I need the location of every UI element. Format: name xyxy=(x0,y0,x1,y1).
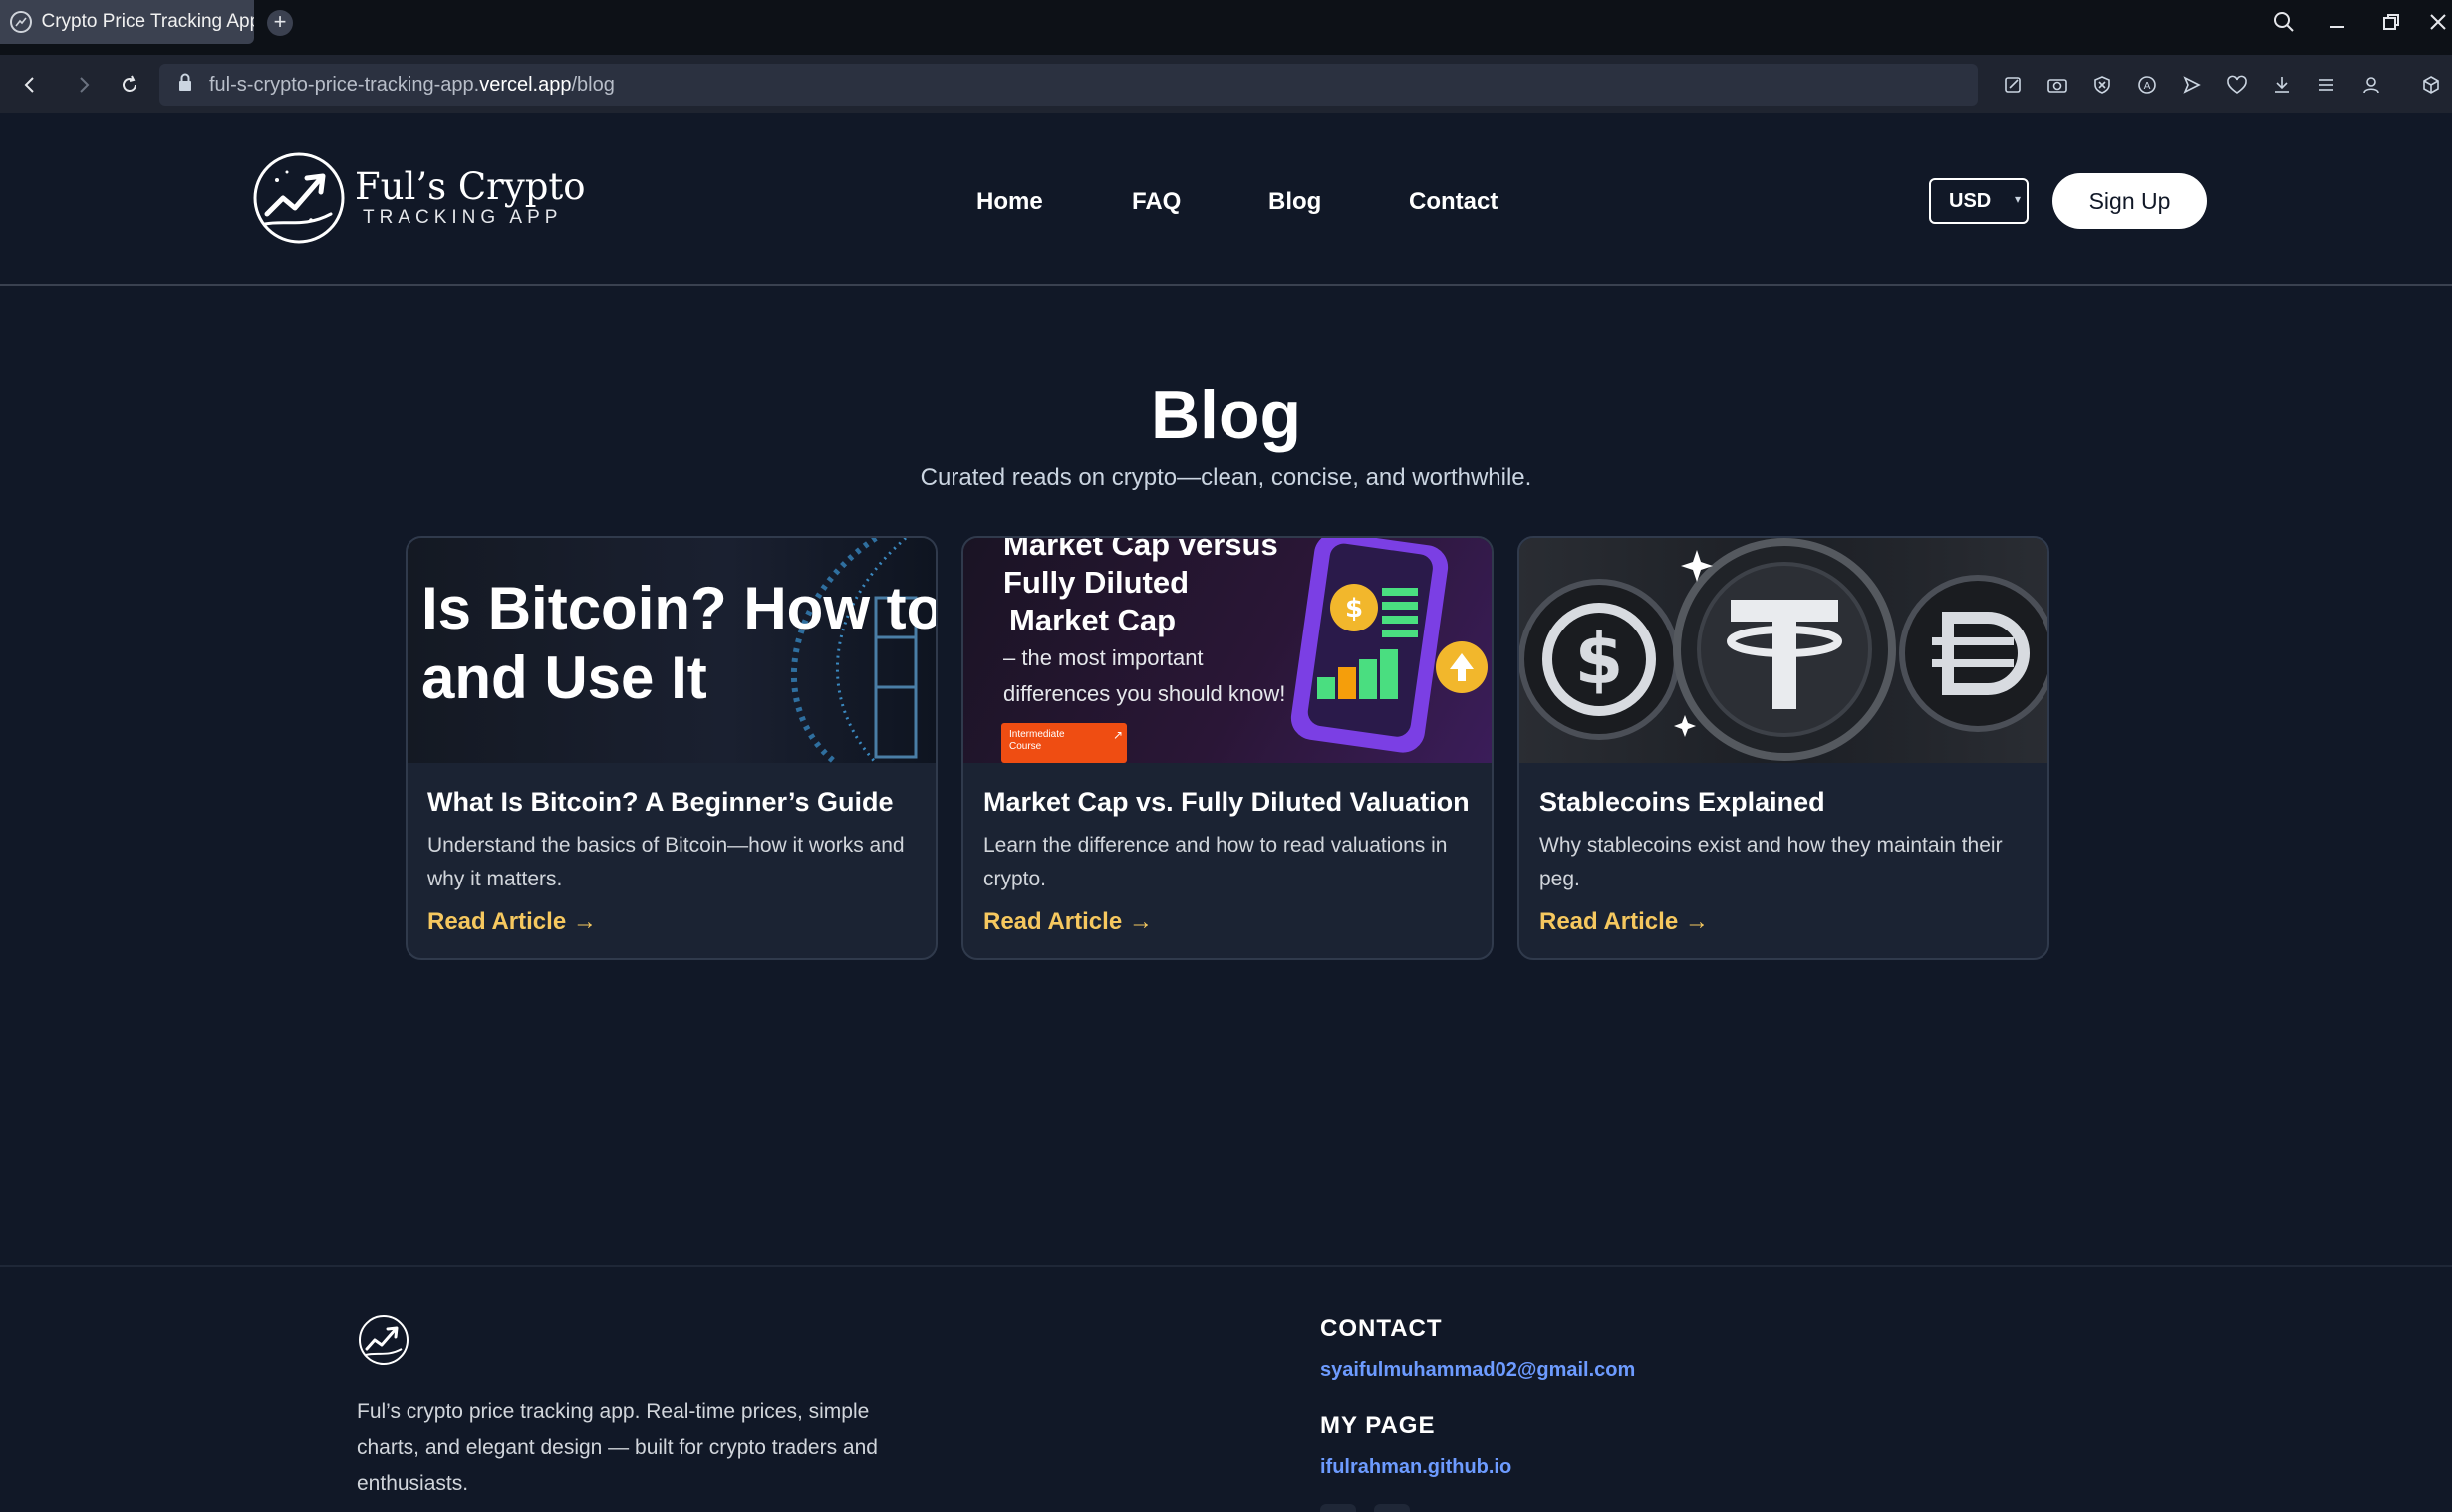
svg-text:A: A xyxy=(2144,81,2151,92)
translate-icon[interactable]: A xyxy=(2131,69,2163,101)
card-description: Understand the basics of Bitcoin—how it … xyxy=(427,834,905,890)
read-article-link[interactable]: Read Article → xyxy=(427,908,597,936)
svg-text:$: $ xyxy=(1575,619,1624,700)
blog-card[interactable]: Is Bitcoin? How to I and Use It What Is … xyxy=(406,536,938,960)
footer-mypage-link[interactable]: ifulrahman.github.io xyxy=(1320,1456,1511,1479)
menu-icon[interactable] xyxy=(2311,69,2342,101)
url-text: ful-s-crypto-price-tracking-app.vercel.a… xyxy=(209,73,615,96)
site-logo[interactable]: Ful’s Crypto TRACKING APP xyxy=(251,150,586,246)
footer-social-icon[interactable] xyxy=(1374,1504,1410,1512)
profile-icon[interactable] xyxy=(2355,69,2387,101)
nav-home[interactable]: Home xyxy=(976,188,1043,216)
minimize-icon[interactable] xyxy=(2317,6,2357,38)
footer-contact-heading: CONTACT xyxy=(1320,1315,1443,1342)
browser-address-bar: ful-s-crypto-price-tracking-app.vercel.a… xyxy=(0,55,2452,113)
currency-select[interactable]: USD ▾ xyxy=(1929,178,2029,224)
browser-search-icon[interactable] xyxy=(2264,6,2304,38)
tab-title: Crypto Price Tracking App xyxy=(41,11,255,32)
url-field[interactable]: ful-s-crypto-price-tracking-app.vercel.a… xyxy=(159,64,1978,106)
card-title: Stablecoins Explained xyxy=(1539,787,1825,817)
camera-icon[interactable] xyxy=(2042,69,2073,101)
nav-blog[interactable]: Blog xyxy=(1268,188,1321,216)
browser-tab[interactable]: Crypto Price Tracking App xyxy=(0,0,254,44)
chevron-down-icon: ▾ xyxy=(2014,192,2021,206)
nav-contact[interactable]: Contact xyxy=(1409,188,1498,216)
card-image-market-cap: $ ↗ Market Cap versus Fully Diluted Mark… xyxy=(963,538,1492,763)
close-icon[interactable] xyxy=(2423,6,2452,38)
browser-tabbar: Crypto Price Tracking App + xyxy=(0,0,2452,55)
page-title: Blog xyxy=(1150,378,1302,453)
logo-chart-icon xyxy=(253,152,345,244)
card-title: What Is Bitcoin? A Beginner’s Guide xyxy=(427,787,894,817)
card-description: Why stablecoins exist and how they maint… xyxy=(1539,834,2003,890)
footer-logo-icon[interactable] xyxy=(357,1313,410,1367)
site-footer: Ful’s crypto price tracking app. Real-ti… xyxy=(0,1265,2452,1512)
card-description: Learn the difference and how to read val… xyxy=(983,834,1448,890)
site-header: Ful’s Crypto TRACKING APP Home FAQ Blog … xyxy=(0,113,2452,286)
send-icon[interactable] xyxy=(2176,69,2208,101)
footer-email-link[interactable]: syaifulmuhammad02@gmail.com xyxy=(1320,1359,1635,1382)
footer-mypage-heading: MY PAGE xyxy=(1320,1412,1436,1439)
read-article-link[interactable]: Read Article → xyxy=(983,908,1153,936)
heart-icon[interactable] xyxy=(2221,69,2253,101)
blog-card[interactable]: $ Stablecoins Explained Why stablecoins … xyxy=(1517,536,2049,960)
shield-icon[interactable] xyxy=(2086,69,2118,101)
page-subtitle: Curated reads on crypto—clean, concise, … xyxy=(920,464,1532,491)
restore-icon[interactable] xyxy=(2371,6,2411,38)
download-icon[interactable] xyxy=(2266,69,2298,101)
card-image-bitcoin: Is Bitcoin? How to I and Use It xyxy=(408,538,936,763)
new-tab-button[interactable]: + xyxy=(267,10,293,36)
svg-text:↗: ↗ xyxy=(1113,728,1123,742)
card-image-stablecoins: $ xyxy=(1519,538,2047,763)
signup-button[interactable]: Sign Up xyxy=(2052,173,2207,229)
card-title: Market Cap vs. Fully Diluted Valuation xyxy=(983,787,1470,817)
extensions-icon[interactable] xyxy=(2415,69,2447,101)
blog-card[interactable]: $ ↗ Market Cap versus Fully Diluted Mark… xyxy=(961,536,1494,960)
reload-icon[interactable] xyxy=(114,69,145,101)
back-icon[interactable] xyxy=(14,69,46,101)
app-favicon-icon xyxy=(10,11,32,33)
read-article-link[interactable]: Read Article → xyxy=(1539,908,1709,936)
nav-faq[interactable]: FAQ xyxy=(1132,188,1181,216)
svg-text:$: $ xyxy=(1345,594,1363,624)
forward-icon[interactable] xyxy=(68,69,100,101)
logo-name: Ful’s Crypto xyxy=(355,165,586,208)
logo-tagline: TRACKING APP xyxy=(363,207,563,228)
lock-icon xyxy=(177,73,193,98)
footer-social-icon[interactable] xyxy=(1320,1504,1356,1512)
edit-icon[interactable] xyxy=(1997,69,2029,101)
footer-about: Ful’s crypto price tracking app. Real-ti… xyxy=(357,1400,878,1495)
